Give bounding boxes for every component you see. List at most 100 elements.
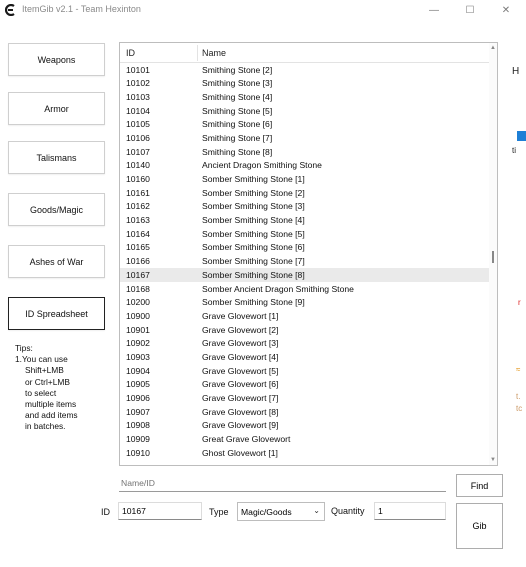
- table-row[interactable]: 10907 Grave Glovewort [8]: [120, 405, 490, 419]
- scroll-up-icon[interactable]: ▲: [490, 45, 496, 51]
- tips-line: 1.You can use: [15, 354, 68, 365]
- cell-name: Ghost Glovewort [1]: [202, 447, 278, 458]
- table-row[interactable]: 10900 Grave Glovewort [1]: [120, 309, 490, 323]
- type-select[interactable]: Magic/Goods ⌄: [237, 502, 325, 521]
- table-row[interactable]: 10910 Ghost Glovewort [1]: [120, 446, 490, 460]
- table-row[interactable]: 10104 Smithing Stone [5]: [120, 104, 490, 118]
- cell-name: Grave Glovewort [9]: [202, 420, 279, 431]
- table-row[interactable]: 10107 Smithing Stone [8]: [120, 145, 490, 159]
- background-window-fragment: H: [512, 66, 520, 77]
- grid-header: ID Name: [120, 43, 490, 63]
- cell-id: 10107: [126, 146, 150, 157]
- cell-name: Smithing Stone [6]: [202, 119, 273, 130]
- grid-rows: 10101 Smithing Stone [2] 10102 Smithing Sto…: [120, 63, 490, 460]
- column-header-id[interactable]: ID: [126, 48, 135, 58]
- maximize-button[interactable]: ☐: [452, 0, 488, 20]
- table-row[interactable]: 10165 Somber Smithing Stone [6]: [120, 241, 490, 255]
- cell-name: Grave Glovewort [3]: [202, 338, 279, 349]
- background-window-fragment: tc: [516, 404, 523, 413]
- table-row[interactable]: 10102 Smithing Stone [3]: [120, 77, 490, 91]
- table-row[interactable]: 10167 Somber Smithing Stone [8]: [120, 268, 490, 282]
- table-row[interactable]: 10168 Somber Ancient Dragon Smithing Ston…: [120, 282, 490, 296]
- table-row[interactable]: 10162 Somber Smithing Stone [3]: [120, 200, 490, 214]
- search-input[interactable]: [119, 474, 446, 492]
- table-row[interactable]: 10905 Grave Glovewort [6]: [120, 378, 490, 392]
- background-window-fragment: ≈: [516, 365, 521, 374]
- cell-name: Somber Smithing Stone [3]: [202, 201, 305, 212]
- table-row[interactable]: 10140 Ancient Dragon Smithing Stone: [120, 159, 490, 173]
- armor-button[interactable]: Armor: [8, 92, 105, 125]
- cell-id: 10161: [126, 187, 150, 198]
- id-field[interactable]: 10167: [118, 502, 202, 520]
- tips-line: Shift+LMB: [25, 365, 64, 376]
- cell-name: Smithing Stone [2]: [202, 64, 273, 75]
- ashes-of-war-button[interactable]: Ashes of War: [8, 245, 105, 278]
- item-grid[interactable]: ID Name 10101 Smithing Stone [2] 10102 Smit…: [119, 42, 498, 466]
- cell-name: Grave Glovewort [4]: [202, 351, 279, 362]
- minimize-button[interactable]: —: [416, 0, 452, 20]
- cell-name: Somber Smithing Stone [1]: [202, 174, 305, 184]
- table-row[interactable]: 10106 Smithing Stone [7]: [120, 131, 490, 145]
- cell-name: Grave Glovewort [2]: [202, 324, 279, 335]
- column-divider[interactable]: [197, 45, 198, 61]
- table-row[interactable]: 10904 Grave Glovewort [5]: [120, 364, 490, 378]
- cell-id: 10105: [126, 119, 150, 130]
- background-window-fragment: r: [518, 298, 521, 307]
- column-header-name[interactable]: Name: [202, 48, 226, 58]
- minimize-icon: —: [429, 4, 439, 16]
- table-row[interactable]: 10908 Grave Glovewort [9]: [120, 419, 490, 433]
- table-row[interactable]: 10160 Somber Smithing Stone [1]: [120, 173, 490, 187]
- table-row[interactable]: 10200 Somber Smithing Stone [9]: [120, 296, 490, 310]
- cell-name: Smithing Stone [7]: [202, 132, 273, 143]
- cell-name: Grave Glovewort [8]: [202, 406, 279, 417]
- table-row[interactable]: 10105 Smithing Stone [6]: [120, 118, 490, 132]
- scroll-down-icon[interactable]: ▼: [490, 457, 496, 463]
- cell-id: 10163: [126, 215, 150, 226]
- cell-name: Somber Smithing Stone [5]: [202, 228, 305, 239]
- table-row[interactable]: 10161 Somber Smithing Stone [2]: [120, 186, 490, 200]
- vertical-scrollbar[interactable]: ▲ ▼: [489, 43, 497, 465]
- cell-id: 10160: [126, 174, 150, 184]
- cell-id: 10907: [126, 406, 150, 417]
- close-button[interactable]: ✕: [488, 0, 524, 20]
- quantity-field[interactable]: 1: [374, 502, 446, 520]
- cell-id: 10200: [126, 297, 150, 308]
- table-row[interactable]: 10903 Grave Glovewort [4]: [120, 350, 490, 364]
- table-row[interactable]: 10901 Grave Glovewort [2]: [120, 323, 490, 337]
- cell-id: 10101: [126, 64, 150, 75]
- table-row[interactable]: 10906 Grave Glovewort [7]: [120, 392, 490, 406]
- talismans-button[interactable]: Talismans: [8, 141, 105, 174]
- cell-id: 10910: [126, 447, 150, 458]
- table-row[interactable]: 10163 Somber Smithing Stone [4]: [120, 214, 490, 228]
- cell-name: Smithing Stone [5]: [202, 105, 273, 116]
- type-label: Type: [209, 507, 229, 517]
- scrollbar-thumb[interactable]: [492, 251, 494, 263]
- cell-name: Somber Smithing Stone [6]: [202, 242, 305, 253]
- cell-id: 10168: [126, 283, 150, 294]
- table-row[interactable]: 10101 Smithing Stone [2]: [120, 63, 490, 77]
- cell-id: 10901: [126, 324, 150, 335]
- table-row[interactable]: 10166 Somber Smithing Stone [7]: [120, 255, 490, 269]
- cell-name: Somber Smithing Stone [9]: [202, 297, 305, 308]
- cell-name: Grave Glovewort [5]: [202, 365, 279, 376]
- table-row[interactable]: 10902 Grave Glovewort [3]: [120, 337, 490, 351]
- table-row[interactable]: 10164 Somber Smithing Stone [5]: [120, 227, 490, 241]
- tips-line: multiple items: [25, 399, 77, 410]
- type-select-value: Magic/Goods: [241, 507, 292, 517]
- cell-name: Somber Smithing Stone [8]: [202, 269, 305, 280]
- tips-panel: Tips: 1.You can use Shift+LMB or Ctrl+LM…: [15, 343, 110, 433]
- goods-magic-button[interactable]: Goods/Magic: [8, 193, 105, 226]
- background-window-fragment: [517, 131, 526, 141]
- cell-name: Smithing Stone [8]: [202, 146, 273, 157]
- weapons-button[interactable]: Weapons: [8, 43, 105, 76]
- find-button[interactable]: Find: [456, 474, 503, 497]
- id-label: ID: [101, 507, 110, 517]
- table-row[interactable]: 10909 Great Grave Glovewort: [120, 433, 490, 447]
- cell-id: 10900: [126, 310, 150, 321]
- cell-id: 10905: [126, 379, 150, 390]
- gib-button[interactable]: Gib: [456, 503, 503, 549]
- app-logo-icon: [5, 4, 15, 16]
- table-row[interactable]: 10103 Smithing Stone [4]: [120, 90, 490, 104]
- cell-name: Grave Glovewort [6]: [202, 379, 279, 390]
- id-spreadsheet-button[interactable]: ID Spreadsheet: [8, 297, 105, 330]
